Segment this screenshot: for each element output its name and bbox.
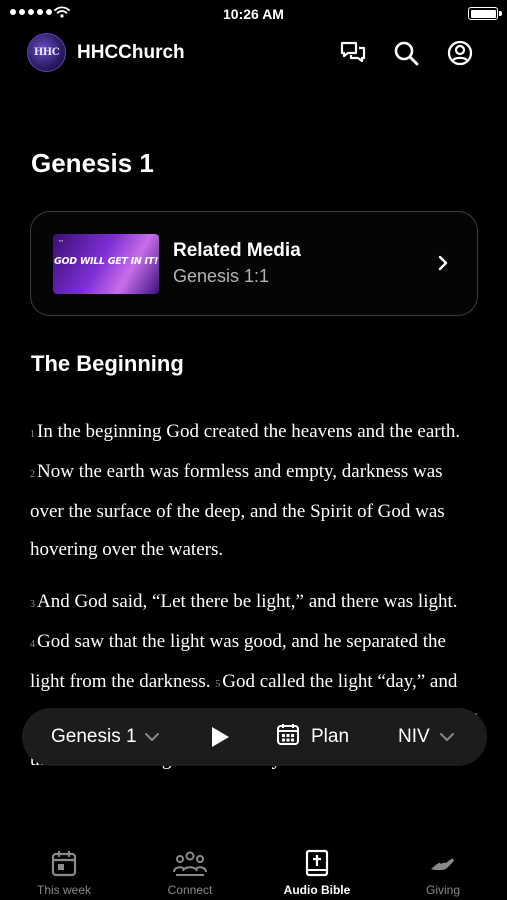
tab-connect[interactable]: Connect bbox=[135, 845, 245, 900]
play-button[interactable] bbox=[210, 708, 230, 766]
search-icon[interactable] bbox=[392, 39, 420, 67]
audio-player-bar: Genesis 1 Plan NIV bbox=[22, 708, 487, 766]
version-label: NIV bbox=[398, 726, 430, 747]
app-name: HHCChurch bbox=[77, 42, 185, 63]
tab-bar: This week Connect Audio Bible Giving bbox=[0, 845, 507, 900]
related-media-subtitle: Genesis 1:1 bbox=[173, 266, 270, 286]
tab-this-week[interactable]: This week bbox=[9, 845, 119, 900]
verse-text: In the beginning God created the heavens… bbox=[37, 421, 461, 442]
related-media-title: Related Media bbox=[173, 240, 301, 261]
chapter-selector[interactable]: Genesis 1 bbox=[51, 708, 160, 766]
profile-icon[interactable] bbox=[446, 39, 474, 67]
bible-icon bbox=[262, 849, 372, 877]
chapter-label: Genesis 1 bbox=[51, 726, 137, 747]
scripture-paragraph: 1 In the beginning God created the heaven… bbox=[30, 413, 480, 568]
tab-label: Giving bbox=[425, 883, 460, 897]
app-header: HHC HHCChurch bbox=[0, 28, 507, 76]
section-heading: The Beginning bbox=[31, 351, 184, 376]
verse-number: 5 bbox=[215, 679, 221, 691]
verse-number: 4 bbox=[30, 639, 35, 651]
plan-label: Plan bbox=[311, 726, 350, 747]
battery-icon bbox=[468, 7, 502, 20]
giving-hand-icon bbox=[388, 849, 498, 877]
tab-audio-bible[interactable]: Audio Bible bbox=[262, 845, 372, 900]
chevron-down-icon bbox=[144, 726, 160, 748]
page-title: Genesis 1 bbox=[31, 148, 154, 178]
tab-label: Connect bbox=[167, 883, 213, 897]
media-thumbnail: ▪▪▪ GOD WILL GET IN IT! bbox=[53, 234, 159, 294]
church-logo: HHC bbox=[27, 33, 66, 72]
tab-label: Audio Bible bbox=[283, 883, 351, 897]
verse-number: 2 bbox=[30, 469, 35, 481]
calendar-icon bbox=[9, 849, 119, 877]
play-icon bbox=[212, 727, 229, 747]
related-media-card[interactable]: ▪▪▪ GOD WILL GET IN IT! Related Media Ge… bbox=[30, 211, 478, 316]
status-time: 10:26 AM bbox=[223, 6, 284, 22]
plan-button[interactable]: Plan bbox=[276, 708, 349, 766]
tab-label: This week bbox=[36, 883, 92, 897]
status-bar: 10:26 AM bbox=[0, 0, 507, 28]
calendar-icon bbox=[276, 722, 300, 752]
version-selector[interactable]: NIV bbox=[398, 708, 455, 766]
verse-number: 1 bbox=[30, 429, 35, 440]
messages-icon[interactable] bbox=[339, 39, 367, 67]
verse-text: And God said, “Let there be light,” and … bbox=[37, 590, 458, 612]
tab-giving[interactable]: Giving bbox=[388, 845, 498, 900]
chevron-down-icon bbox=[439, 726, 455, 748]
people-icon bbox=[135, 849, 245, 877]
chevron-right-icon bbox=[437, 255, 449, 276]
verse-text: Now the earth was formless and empty, da… bbox=[30, 461, 445, 560]
thumbnail-text: GOD WILL GET IN IT! bbox=[53, 256, 158, 267]
verse-number: 3 bbox=[30, 598, 35, 610]
